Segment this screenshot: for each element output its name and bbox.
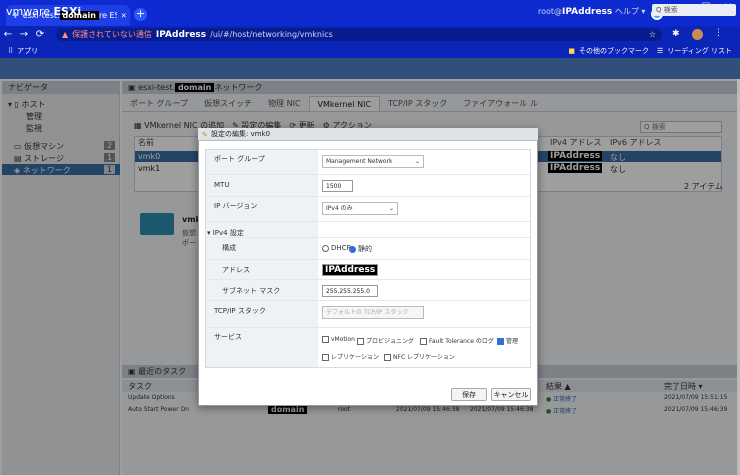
- reading-list-icon: ☰: [656, 46, 664, 55]
- address-value: IPAddress: [323, 265, 378, 275]
- vmotion-checkbox[interactable]: vMotion: [322, 336, 355, 343]
- ft-logging-checkbox[interactable]: Fault Tolerance のログ: [420, 336, 494, 345]
- warning-icon: ▲: [62, 30, 69, 39]
- subnet-input[interactable]: 255.255.255.0: [322, 285, 378, 297]
- dhcp-radio[interactable]: DHCP: [322, 244, 351, 252]
- help-menu[interactable]: ヘルプ ▾: [615, 7, 646, 16]
- url-path: /ui/#/host/networking/vmknics: [210, 30, 333, 39]
- port-group-label: ポート グループ: [214, 155, 265, 163]
- folder-icon: ■: [568, 46, 575, 55]
- chevron-down-icon: ⌄: [414, 158, 420, 165]
- header-search-input[interactable]: Q 検索: [652, 4, 736, 16]
- subnet-label: サブネット マスク: [222, 287, 281, 295]
- new-tab-button[interactable]: +: [134, 8, 147, 21]
- url-input[interactable]: ▲ 保護されていない通信 IPAddress /ui/#/host/networ…: [56, 28, 662, 41]
- ip-version-select[interactable]: IPv4 のみ ⌄: [322, 202, 398, 215]
- address-label: アドレス: [222, 266, 250, 274]
- forward-icon[interactable]: →: [16, 29, 32, 40]
- mtu-input[interactable]: 1500: [322, 180, 353, 192]
- form-row-services: [206, 328, 530, 367]
- form-row-ipv4-section: [206, 222, 530, 238]
- url-host: IPAddress: [155, 29, 207, 40]
- cancel-button[interactable]: キャンセル: [491, 388, 531, 401]
- security-warning: 保護されていない通信: [72, 30, 152, 39]
- management-checkbox[interactable]: 管理: [497, 336, 518, 345]
- dialog-title: 設定の編集: vmk0: [198, 128, 538, 141]
- port-group-select[interactable]: Management Network ⌄: [322, 155, 424, 168]
- apps-link[interactable]: アプリ: [17, 46, 38, 56]
- config-label: 構成: [222, 244, 236, 252]
- form-row-mtu: [206, 175, 530, 197]
- ip-version-label: IP バージョン: [214, 202, 258, 210]
- static-radio[interactable]: 静的: [349, 244, 372, 254]
- provisioning-checkbox[interactable]: プロビジョニング: [357, 336, 414, 345]
- reading-list[interactable]: リーディング リスト: [667, 46, 732, 56]
- other-bookmarks[interactable]: その他のブックマーク: [579, 46, 649, 56]
- save-button[interactable]: 保存: [451, 388, 487, 401]
- close-tab-icon[interactable]: ✕: [121, 12, 127, 20]
- vmware-logo: vmware ESXi: [6, 5, 82, 18]
- user-menu[interactable]: root@IPAddress ヘルプ ▾: [538, 6, 645, 17]
- menu-icon[interactable]: ⋮: [714, 28, 723, 38]
- tcpip-select: デフォルトの TCP/IP スタック: [322, 306, 424, 319]
- chevron-down-icon: ⌄: [388, 205, 394, 212]
- services-label: サービス: [214, 333, 242, 341]
- profile-avatar[interactable]: [692, 29, 703, 40]
- mtu-label: MTU: [214, 181, 230, 189]
- esxi-header: [0, 58, 740, 79]
- star-icon[interactable]: ☆: [649, 30, 656, 39]
- reload-icon[interactable]: ⟳: [32, 29, 48, 40]
- nfc-replication-checkbox[interactable]: NFC レプリケーション: [384, 352, 455, 361]
- ipv4-section-toggle[interactable]: ▾ IPv4 設定: [207, 228, 244, 238]
- replication-checkbox[interactable]: レプリケーション: [322, 352, 379, 361]
- pencil-icon: ✎: [202, 131, 208, 139]
- bookmarks-bar: ⠿ アプリ ■ その他のブックマーク ☰ リーディング リスト: [0, 43, 740, 58]
- back-icon[interactable]: ←: [0, 29, 16, 40]
- extensions-icon[interactable]: ✱: [672, 29, 680, 39]
- tcpip-label: TCP/IP スタック: [214, 307, 266, 315]
- apps-icon: ⠿: [8, 46, 14, 55]
